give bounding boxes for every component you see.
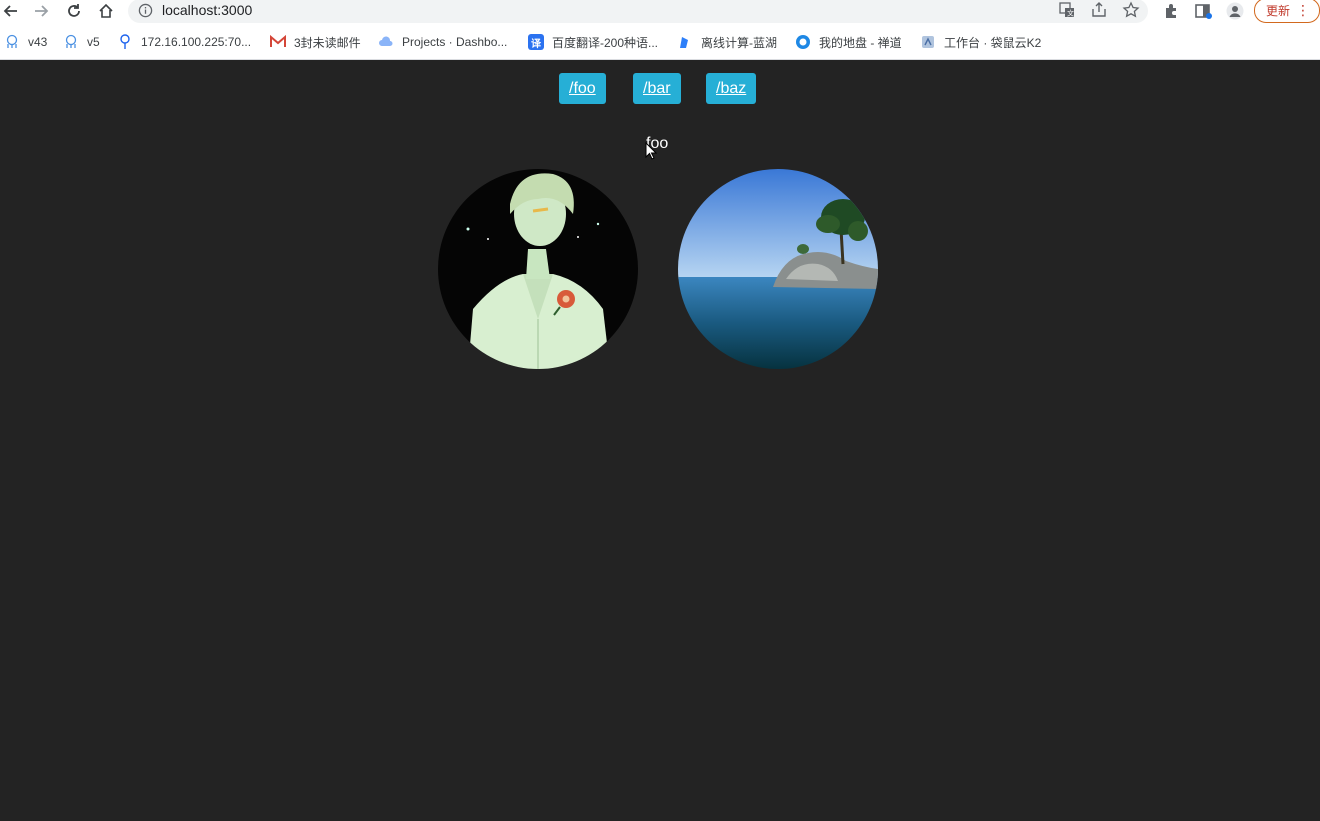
mouse-cursor-icon	[645, 142, 657, 160]
bookmark-item[interactable]: 工作台 · 袋鼠云K2	[920, 34, 1041, 50]
zentao-icon	[795, 34, 811, 50]
gmail-icon	[270, 34, 286, 50]
island-landscape-image	[678, 169, 878, 369]
reload-icon[interactable]	[63, 0, 85, 22]
lanhu-icon	[677, 34, 693, 50]
address-bar[interactable]: localhost:3000 文	[128, 0, 1148, 23]
sidepanel-icon[interactable]	[1194, 2, 1212, 20]
translate-page-icon[interactable]: 文	[1058, 1, 1076, 19]
home-icon[interactable]	[95, 0, 117, 22]
update-label: 更新	[1266, 4, 1291, 18]
bookmark-item[interactable]: 3封未读邮件	[270, 34, 361, 50]
forward-icon[interactable]	[30, 0, 52, 22]
robot-icon	[4, 34, 20, 50]
info-icon[interactable]	[138, 3, 153, 18]
star-icon[interactable]	[1122, 1, 1140, 19]
url-text[interactable]: localhost:3000	[162, 2, 252, 18]
extensions-icon[interactable]	[1162, 2, 1180, 20]
profile-avatar-icon[interactable]	[1226, 2, 1244, 20]
update-button[interactable]: 更新 ⋮	[1254, 0, 1320, 23]
bookmark-item[interactable]: 译 百度翻译-200种语...	[528, 34, 658, 50]
app-page: /foo /bar /baz foo	[0, 61, 1320, 821]
share-icon[interactable]	[1090, 1, 1108, 19]
bookmark-item[interactable]: 172.16.100.225:70...	[117, 34, 251, 50]
bookmark-label: v43	[28, 35, 48, 49]
bookmark-label: 百度翻译-200种语...	[552, 35, 659, 50]
bookmark-label: 工作台 · 袋鼠云K2	[944, 35, 1042, 50]
robot-icon	[63, 34, 79, 50]
browser-toolbar: localhost:3000 文 更新 ⋮	[0, 0, 1320, 23]
bookmark-item[interactable]: 离线计算-蓝湖	[677, 34, 777, 50]
portrait-avatar	[438, 169, 638, 369]
nav-link-baz[interactable]: /baz	[706, 73, 757, 104]
nav-link-bar[interactable]: /bar	[633, 73, 681, 104]
cloud-icon	[378, 34, 394, 50]
bookmark-item[interactable]: v5	[63, 34, 100, 50]
kangaroo-icon	[920, 34, 936, 50]
back-icon[interactable]	[0, 0, 22, 22]
illustrated-boy-image	[438, 169, 638, 369]
bookmark-label: Projects · Dashbo...	[402, 35, 508, 49]
island-avatar	[678, 169, 878, 369]
translate-icon: 译	[528, 34, 544, 50]
bookmark-item[interactable]: 我的地盘 - 禅道	[795, 34, 902, 50]
bookmarks-bar: v43 v5 172.16.100.225:70... 3封未读邮件 Proje…	[0, 23, 1320, 60]
bookmark-label: 172.16.100.225:70...	[141, 35, 252, 49]
bookmark-label: 离线计算-蓝湖	[701, 35, 777, 50]
bookmark-item[interactable]: Projects · Dashbo...	[378, 34, 507, 50]
nav-link-foo[interactable]: /foo	[559, 73, 606, 104]
bookmark-label: v5	[87, 35, 100, 49]
more-menu-icon[interactable]: ⋮	[1296, 3, 1310, 17]
bookmark-label: 3封未读邮件	[294, 35, 361, 50]
bookmark-label: 我的地盘 - 禅道	[819, 35, 902, 50]
svg-text:文: 文	[1067, 9, 1074, 18]
bookmark-item[interactable]: v43	[4, 34, 47, 50]
docker-icon	[117, 34, 133, 50]
